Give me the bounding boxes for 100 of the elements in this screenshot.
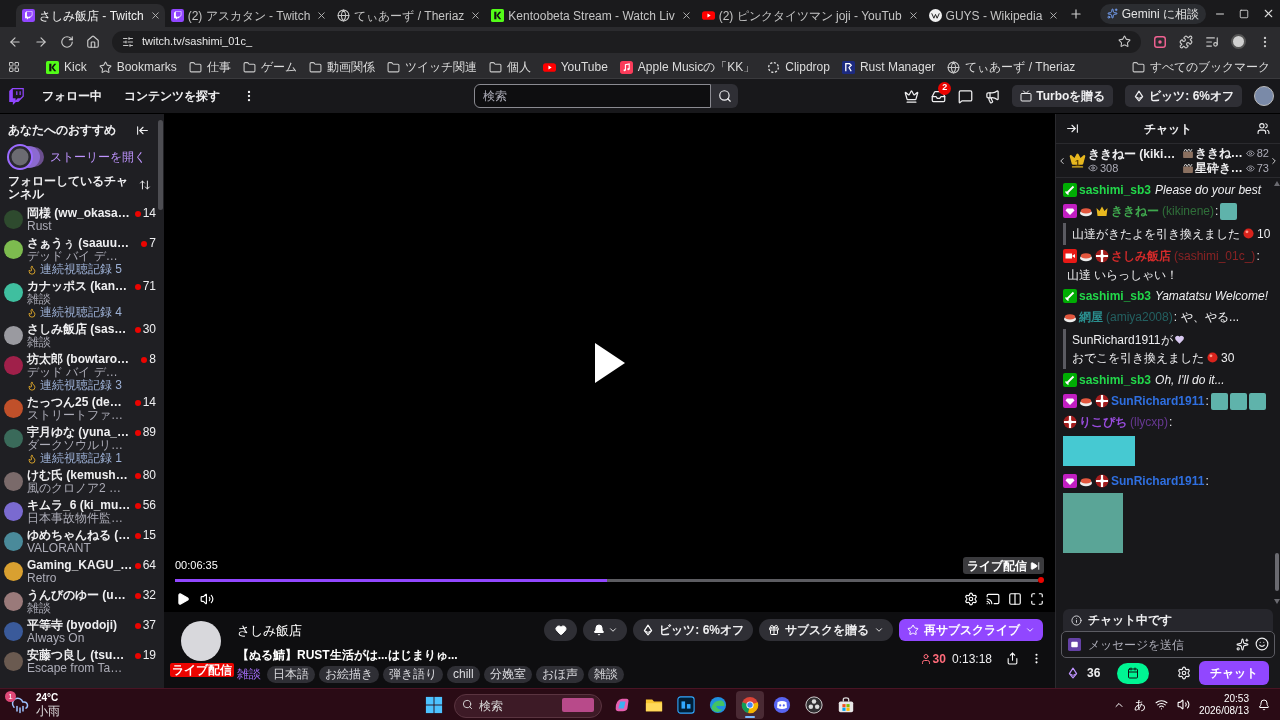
calendar-button[interactable] [1117, 662, 1150, 684]
bookmark-item[interactable]: 仕事 [188, 58, 231, 76]
channel-name[interactable]: 宇月ゆな (yuna_… [27, 426, 129, 439]
scroll-up-icon[interactable] [1274, 181, 1280, 186]
leaderboard-name[interactable]: ききねー (kiki… [1088, 146, 1176, 161]
bits-button[interactable]: ビッツ: 6%オフ [633, 619, 753, 641]
username[interactable]: SunRichard1911 [1111, 392, 1205, 411]
collapse-icon[interactable] [136, 123, 149, 137]
bookmark-item[interactable]: ツイッチ関連 [386, 58, 477, 76]
reload-icon[interactable] [60, 34, 74, 49]
channel-name[interactable]: うんびのゆー (u… [27, 589, 126, 602]
tag-chip[interactable]: 弾き語り [383, 665, 443, 683]
browser-tab[interactable]: GUYS - Wikipedia [922, 4, 1064, 27]
collapse-icon[interactable] [1066, 122, 1079, 135]
chat-input[interactable]: メッセージを送信 [1061, 631, 1275, 658]
forward-icon[interactable] [34, 34, 48, 49]
logo-icon[interactable] [8, 86, 25, 106]
tag-chip[interactable]: お絵描き [319, 665, 379, 683]
username[interactable]: ききねー [1111, 202, 1159, 221]
tag-chip[interactable]: 分娩室 [483, 665, 532, 683]
profile-avatar[interactable] [1231, 34, 1246, 49]
cloud-rain-icon[interactable] [10, 695, 30, 714]
following-link[interactable]: フォロー中 [42, 87, 102, 105]
scrollbar-thumb[interactable] [1275, 553, 1279, 591]
extensions-icon[interactable] [1179, 34, 1193, 49]
bookmark-item[interactable]: Rust Manager [841, 58, 936, 76]
live-button[interactable]: ライブ配信 [963, 557, 1044, 574]
browser-tab[interactable]: (2) アスカタン - Twitch [164, 4, 332, 27]
close-icon[interactable] [316, 10, 328, 21]
search-field[interactable]: 検索 [474, 84, 711, 108]
leaderboard-name[interactable]: ききね… [1194, 146, 1243, 160]
username[interactable]: りこぴち [1079, 413, 1127, 432]
address-bar[interactable]: twitch.tv/sashimi_01c_ [112, 30, 1141, 53]
channel-name[interactable]: キムラ_6 (ki_mu… [27, 499, 131, 512]
tag-chip[interactable]: 雑談 [587, 665, 624, 683]
close-icon[interactable] [470, 10, 482, 21]
username[interactable]: sashimi_sb3 [1079, 371, 1152, 390]
share-icon[interactable] [1006, 652, 1019, 665]
notification-bell-icon[interactable] [1258, 698, 1270, 711]
input-method-indicator[interactable]: あ [1133, 695, 1146, 714]
bookmark-item[interactable]: Kick [46, 58, 87, 76]
bits-button[interactable]: ビッツ: 6%オフ [1125, 85, 1242, 107]
previous-icon[interactable] [1057, 155, 1067, 166]
username[interactable]: sashimi_sb3 [1079, 181, 1152, 200]
bookmark-star-icon[interactable] [1118, 35, 1131, 48]
bookmark-item[interactable]: 動画関係 [308, 58, 375, 76]
apps-grid-icon[interactable] [8, 61, 20, 73]
bookmark-item[interactable]: ゲーム [242, 58, 297, 76]
tag-chip[interactable]: chill [447, 665, 480, 683]
fullscreen-icon[interactable] [1030, 592, 1044, 606]
gemini-button[interactable]: Gemini に相談 [1099, 3, 1206, 24]
maximize-icon[interactable] [1239, 8, 1249, 19]
all-bookmarks-item[interactable]: すべてのブックマーク [1132, 58, 1270, 76]
cast-icon[interactable] [986, 592, 1000, 606]
channel-name[interactable]: さしみ飯店 (sas… [27, 323, 127, 336]
channel-name[interactable]: けむ氏 (kemush… [27, 469, 128, 482]
settings-icon[interactable] [1177, 666, 1191, 680]
username[interactable]: さしみ飯店 [1111, 247, 1171, 266]
category-link[interactable]: 雑談 [237, 665, 261, 683]
close-icon[interactable] [680, 10, 692, 21]
taskbar-app[interactable] [736, 690, 764, 719]
volume-icon[interactable] [200, 592, 214, 606]
notification-button[interactable] [583, 619, 628, 641]
close-icon[interactable] [1048, 10, 1060, 21]
browser-tab[interactable]: (2) ピンクタイツマン joji - YouTub [695, 4, 923, 27]
channel-avatar[interactable] [181, 621, 221, 661]
browse-link[interactable]: コンテンツを探す [124, 87, 220, 105]
close-icon[interactable] [907, 10, 919, 21]
clock-time[interactable]: 20:53 [1223, 692, 1249, 705]
site-info-icon[interactable] [122, 35, 134, 48]
home-icon[interactable] [86, 34, 100, 49]
browser-tab[interactable]: さしみ飯店 - Twitch [16, 4, 165, 27]
channel-name[interactable]: Gaming_KAGU_… [27, 559, 133, 572]
channel-name[interactable]: 岡様 (ww_okasa… [27, 207, 130, 220]
channel-avatar[interactable] [4, 283, 23, 302]
turbo-button[interactable]: Turboを贈る [1012, 85, 1114, 107]
inbox-icon[interactable] [931, 88, 947, 104]
whispers-icon[interactable] [958, 88, 974, 104]
network-icon[interactable] [1154, 698, 1168, 711]
channel-name[interactable]: 平等寺 (byodoji) [27, 619, 117, 632]
gift-sub-button[interactable]: サブスクを贈る [759, 619, 893, 641]
sort-icon[interactable] [139, 179, 151, 191]
channel-name[interactable]: カナッポス (kan… [27, 280, 127, 293]
next-icon[interactable] [1269, 155, 1279, 166]
play-icon[interactable] [594, 343, 625, 383]
follow-button[interactable] [544, 619, 578, 641]
scrollbar-thumb[interactable] [158, 120, 163, 210]
username[interactable]: SunRichard1911 [1111, 472, 1205, 491]
channel-avatar[interactable] [4, 326, 23, 345]
browser-tab[interactable]: Kentoobeta Stream - Watch Liv [485, 4, 696, 27]
volume-icon[interactable] [1176, 698, 1190, 711]
emote-picker-icon[interactable] [1255, 637, 1269, 651]
search-button[interactable] [711, 84, 738, 108]
bookmark-item[interactable]: Bookmarks [98, 58, 177, 76]
back-icon[interactable] [8, 34, 22, 49]
channel-avatar[interactable] [4, 240, 23, 259]
users-icon[interactable] [1257, 122, 1270, 135]
play-icon[interactable] [176, 592, 190, 606]
extension-icon[interactable] [1153, 34, 1167, 49]
scroll-down-icon[interactable] [1274, 599, 1280, 604]
